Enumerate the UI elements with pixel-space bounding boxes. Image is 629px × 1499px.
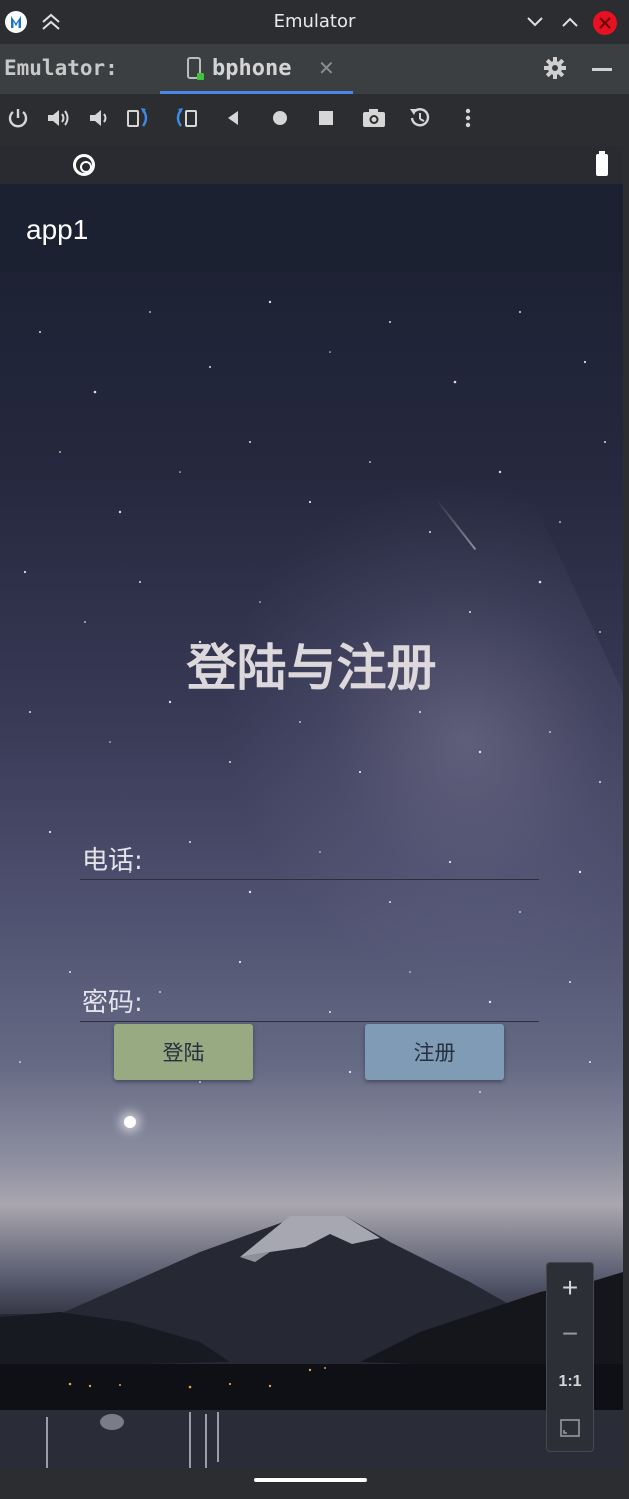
zoom-controls: + − 1:1 xyxy=(546,1262,594,1452)
window-title-bar: Emulator xyxy=(0,0,629,44)
phone-label: 电话: xyxy=(82,846,143,876)
device-screen: app1 登陆与注册 电话: 密码: 登陆 注册 xyxy=(0,146,623,1468)
page-title: 登陆与注册 xyxy=(186,639,437,697)
tool-window-label: Emulator: xyxy=(4,56,118,80)
back-icon[interactable] xyxy=(219,104,247,132)
rotate-right-icon[interactable] xyxy=(171,104,199,132)
rotate-left-icon[interactable] xyxy=(125,104,153,132)
window-edge xyxy=(623,146,629,1468)
zoom-in-button[interactable]: + xyxy=(547,1265,593,1311)
emulator-toolbar xyxy=(0,94,629,146)
actual-size-button[interactable]: 1:1 xyxy=(547,1359,593,1405)
minimize-icon[interactable] xyxy=(592,68,612,71)
phone-field[interactable]: 电话: xyxy=(80,830,539,880)
phone-device-icon xyxy=(187,57,204,80)
screenshot-icon[interactable] xyxy=(360,104,388,132)
chevron-up-icon[interactable] xyxy=(557,9,583,35)
app-bar: app1 xyxy=(0,184,623,272)
background-image: 登陆与注册 电话: 密码: 登陆 注册 xyxy=(0,272,623,1468)
power-icon[interactable] xyxy=(4,104,32,132)
snapshot-icon[interactable] xyxy=(406,104,434,132)
zoom-out-button[interactable]: − xyxy=(547,1311,593,1357)
tab-label: bphone xyxy=(212,56,292,81)
settings-gear-icon[interactable] xyxy=(543,56,567,84)
android-status-bar xyxy=(0,146,623,184)
home-icon[interactable] xyxy=(266,104,294,132)
password-input[interactable] xyxy=(152,978,532,1016)
fit-screen-icon[interactable] xyxy=(547,1405,593,1451)
battery-icon xyxy=(596,151,608,176)
more-icon[interactable] xyxy=(454,104,482,132)
login-button[interactable]: 登陆 xyxy=(114,1024,253,1080)
volume-up-icon[interactable] xyxy=(44,104,72,132)
gesture-nav-bar xyxy=(0,1468,629,1499)
tab-bphone[interactable]: bphone ✕ xyxy=(160,44,353,94)
close-icon xyxy=(599,17,611,29)
volume-down-icon[interactable] xyxy=(84,104,112,132)
overview-icon[interactable] xyxy=(312,104,340,132)
chevron-down-icon[interactable] xyxy=(522,9,548,35)
phone-input[interactable] xyxy=(152,836,532,874)
password-label: 密码: xyxy=(82,988,143,1018)
close-window-button[interactable] xyxy=(593,11,617,35)
notification-icon xyxy=(73,154,95,176)
app-title: app1 xyxy=(26,214,89,245)
password-field[interactable]: 密码: xyxy=(80,972,539,1022)
register-button[interactable]: 注册 xyxy=(365,1024,504,1080)
tab-close-icon[interactable]: ✕ xyxy=(318,56,335,80)
home-gesture-handle[interactable] xyxy=(254,1478,367,1482)
tool-window-header: Emulator: bphone ✕ xyxy=(0,44,629,94)
